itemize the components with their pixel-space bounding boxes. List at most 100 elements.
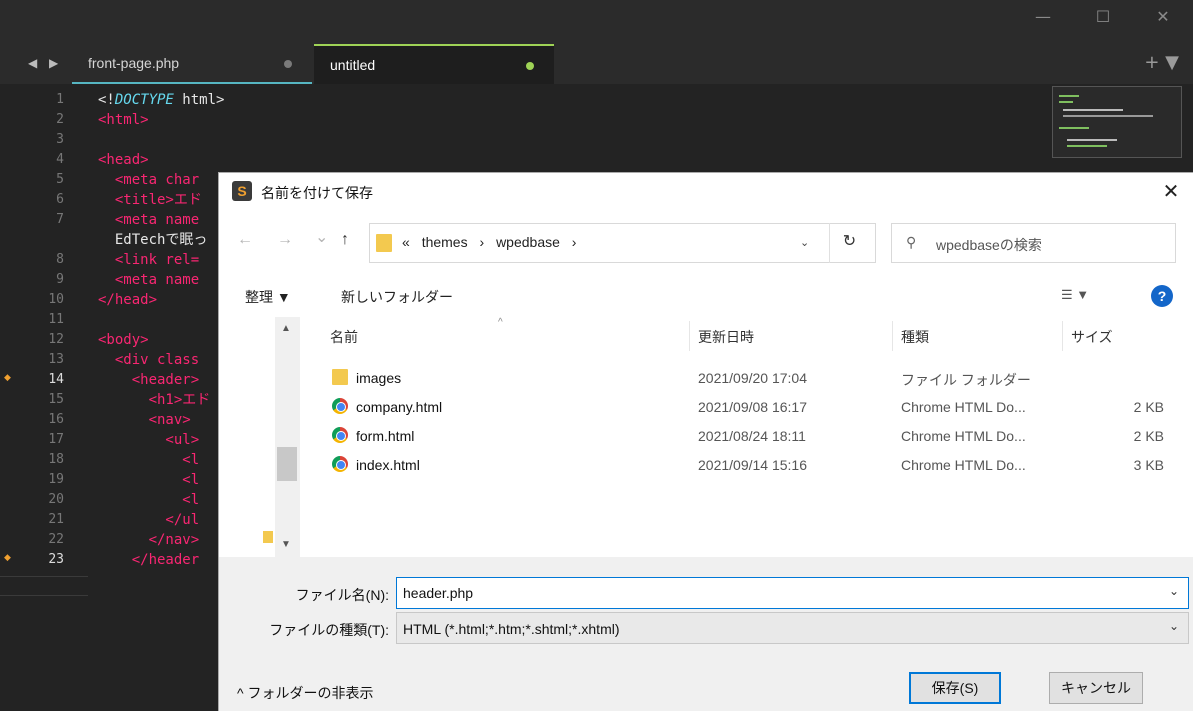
address-bar[interactable]: « themes › wpedbase › ⌄ (369, 223, 876, 263)
modified-dot-icon (526, 62, 534, 70)
chevron-down-icon[interactable]: ⌄ (1169, 584, 1179, 598)
chrome-icon (332, 456, 348, 472)
view-options-icon[interactable]: ☰ ▼ (1061, 287, 1089, 303)
breadcrumb-themes[interactable]: themes (422, 234, 468, 250)
tab-nav-arrows-icon[interactable]: ◀ ▶ (28, 56, 62, 70)
save-fields: ファイル名(N): ⌄ ファイルの種類(T): HTML (*.html;*.h… (219, 557, 1193, 711)
code-line: <!DOCTYPE html> (98, 92, 225, 108)
line-number: 17 (48, 432, 64, 447)
line-gutter: 1 2 3 4 5 6 7 8 9 10 11 12 13 14 ◆ 15 16 17 18 19 20 21 22 23 ◆ (0, 84, 90, 711)
folder-icon (263, 531, 273, 543)
line-number: 16 (48, 412, 64, 427)
close-window-button[interactable]: ✕ (1143, 5, 1183, 29)
code-line: <html> (98, 112, 149, 128)
breadcrumb-wpedbase[interactable]: wpedbase (496, 234, 560, 250)
dialog-close-button[interactable]: ✕ (1156, 179, 1186, 205)
chevron-down-icon[interactable]: ⌄ (1169, 619, 1179, 633)
tab-bar: ◀ ▶ front-page.php untitled + ▼ (0, 44, 1193, 84)
cancel-button[interactable]: キャンセル (1049, 672, 1143, 704)
breadcrumb-overflow[interactable]: « (402, 234, 410, 250)
search-placeholder: wpedbaseの検索 (936, 237, 1042, 253)
tab-label: front-page.php (88, 55, 180, 71)
code-line: <link rel= (98, 252, 200, 268)
nav-scrollbar[interactable]: ▲ ▼ (275, 317, 299, 557)
code-line: <meta char (98, 172, 200, 188)
line-number: 22 (48, 532, 64, 547)
file-row[interactable]: index.html 2021/09/14 15:16 Chrome HTML … (308, 450, 1188, 479)
search-input[interactable]: ⚲ wpedbaseの検索 (891, 223, 1176, 263)
tab-label: untitled (330, 57, 376, 73)
filename-input[interactable] (396, 577, 1189, 609)
save-as-dialog: S 名前を付けて保存 ✕ ← → ⌄ ↑ « themes › wpedbase… (218, 172, 1193, 711)
line-number: 15 (48, 392, 64, 407)
minimize-button[interactable]: — (1023, 5, 1063, 29)
line-number: 3 (56, 132, 64, 147)
navigation-pane[interactable]: ▲ ▼ (219, 317, 299, 557)
column-name[interactable]: 名前 (330, 327, 358, 347)
new-folder-button[interactable]: 新しいフォルダー (341, 287, 453, 307)
app-logo-icon: S (232, 181, 252, 201)
line-number: 9 (56, 272, 64, 287)
unsaved-dot-icon (284, 60, 292, 68)
help-icon[interactable]: ? (1151, 285, 1173, 307)
recent-locations-icon[interactable]: ⌄ (315, 227, 328, 247)
line-number (0, 230, 64, 250)
folder-icon (332, 369, 348, 385)
tab-front-page[interactable]: front-page.php (72, 44, 312, 84)
line-number: 11 (48, 312, 64, 327)
filetype-select[interactable]: HTML (*.html;*.htm;*.shtml;*.xhtml) (396, 612, 1189, 644)
save-button[interactable]: 保存(S) (909, 672, 1001, 704)
line-number: 20 (48, 492, 64, 507)
code-line: <header> (98, 372, 200, 388)
line-number: 4 (56, 152, 64, 167)
forward-arrow-icon[interactable]: → (277, 231, 293, 249)
title-bar: — ☐ ✕ (0, 0, 1193, 44)
tab-untitled[interactable]: untitled (314, 44, 554, 84)
bookmark-icon[interactable]: ◆ (4, 374, 12, 383)
column-size[interactable]: サイズ (1071, 327, 1113, 347)
scroll-thumb[interactable] (277, 447, 297, 481)
code-line: EdTechで眠っ (98, 232, 208, 248)
code-line: <ul> (98, 432, 200, 448)
line-number: 10 (48, 292, 64, 307)
file-row[interactable]: company.html 2021/09/08 16:17 Chrome HTM… (308, 392, 1188, 421)
sort-caret-icon: ^ (498, 317, 503, 328)
line-number: 8 (56, 252, 64, 267)
line-number: 1 (56, 92, 64, 107)
hide-folders-toggle[interactable]: ^ フォルダーの非表示 (237, 683, 373, 703)
code-line: <l (98, 492, 200, 508)
code-area[interactable]: <!DOCTYPE html> <html> <head> <meta char <… (90, 84, 230, 711)
column-type[interactable]: 種類 (901, 327, 929, 347)
minimap[interactable] (1052, 86, 1182, 158)
file-row[interactable]: images 2021/09/20 17:04 ファイル フォルダー (308, 363, 1188, 392)
maximize-button[interactable]: ☐ (1083, 5, 1123, 29)
refresh-icon[interactable]: ↻ (829, 223, 869, 263)
address-row: ← → ⌄ ↑ « themes › wpedbase › ⌄ ↻ ⚲ wped… (219, 211, 1193, 275)
scroll-down-icon[interactable]: ▼ (281, 539, 291, 550)
file-row[interactable]: form.html 2021/08/24 18:11 Chrome HTML D… (308, 421, 1188, 450)
back-arrow-icon[interactable]: ← (237, 231, 253, 249)
file-list[interactable]: ^ 名前 更新日時 種類 サイズ images 2021/09/20 17:04… (300, 317, 1193, 557)
dialog-title: 名前を付けて保存 (261, 185, 373, 201)
column-date[interactable]: 更新日時 (698, 327, 754, 347)
line-number: 19 (48, 472, 64, 487)
code-line: <l (98, 452, 200, 468)
breadcrumb-separator-icon[interactable]: › (572, 234, 577, 250)
code-line: </header (98, 552, 200, 568)
code-line: </ul (98, 512, 200, 528)
code-line: <body> (98, 332, 149, 348)
organize-menu[interactable]: 整理 ▼ (245, 287, 291, 307)
bookmark-icon[interactable]: ◆ (4, 554, 12, 563)
code-line: </head> (98, 292, 158, 308)
up-folder-icon[interactable]: ↑ (341, 231, 349, 249)
line-number: 2 (56, 112, 64, 127)
scroll-up-icon[interactable]: ▲ (281, 323, 291, 334)
current-line-highlight (0, 576, 88, 596)
breadcrumb-separator-icon[interactable]: › (480, 234, 485, 250)
search-icon: ⚲ (906, 234, 917, 250)
chrome-icon (332, 398, 348, 414)
line-number: 18 (48, 452, 64, 467)
filename-label: ファイル名(N): (295, 587, 389, 603)
chevron-down-icon[interactable]: ⌄ (800, 236, 809, 249)
new-tab-button[interactable]: + ▼ (1144, 52, 1179, 73)
